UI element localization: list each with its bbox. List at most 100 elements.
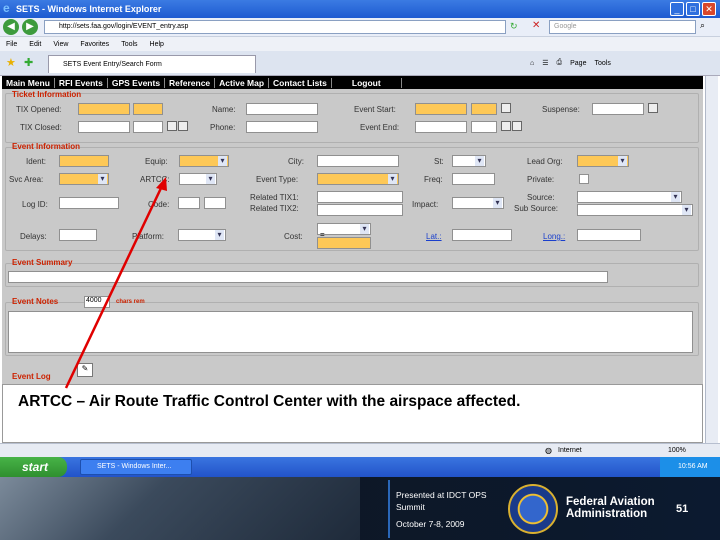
globe-icon: ◍ <box>545 446 552 455</box>
event-end-date-input[interactable] <box>415 121 467 133</box>
city-label: City: <box>288 157 304 166</box>
zoom-level[interactable]: 100% <box>668 447 686 454</box>
app-nav: Main Menu RFI Events GPS Events Referenc… <box>2 76 703 89</box>
long-link[interactable]: Long.: <box>543 232 565 241</box>
chars-rem-label: chars rem <box>116 299 145 305</box>
ticket-header: Ticket Information <box>12 90 82 99</box>
calendar-icon[interactable] <box>501 121 511 131</box>
add-favorite-icon[interactable]: ✚ <box>24 56 33 69</box>
summary-header: Event Summary <box>12 258 73 267</box>
menu-tools[interactable]: Tools <box>121 41 137 48</box>
url-input[interactable]: http://sets.faa.gov/login/EVENT_entry.as… <box>44 20 506 34</box>
code-input-2[interactable] <box>204 197 226 209</box>
clear-date-icon[interactable] <box>512 121 522 131</box>
nav-gps-events[interactable]: GPS Events <box>108 77 166 88</box>
menu-help[interactable]: Help <box>150 41 164 48</box>
home-icon[interactable]: ⌂ <box>530 60 534 67</box>
sub-source-select[interactable] <box>577 204 693 216</box>
taskbar-ie-task[interactable]: SETS - Windows Inter... <box>80 459 192 475</box>
related-tix1-input[interactable] <box>317 191 403 203</box>
tools-menu[interactable]: Tools <box>594 60 610 67</box>
event-start-time-input[interactable] <box>471 103 497 115</box>
event-type-label: Event Type: <box>256 175 299 184</box>
nav-rfi-events[interactable]: RFI Events <box>55 77 108 88</box>
menu-view[interactable]: View <box>53 41 68 48</box>
lead-org-select[interactable] <box>577 155 629 167</box>
log-id-input[interactable] <box>59 197 119 209</box>
related-tix2-input[interactable] <box>317 204 403 216</box>
page-menu[interactable]: Page <box>570 60 586 67</box>
ident-input[interactable] <box>59 155 109 167</box>
tix-closed-date-input[interactable] <box>78 121 130 133</box>
code-input-1[interactable] <box>178 197 200 209</box>
state-select[interactable] <box>452 155 486 167</box>
delays-input[interactable] <box>59 229 97 241</box>
ie-icon: e <box>3 1 10 15</box>
freq-input[interactable] <box>452 173 495 185</box>
notes-textarea[interactable] <box>8 311 693 353</box>
suspense-input[interactable] <box>592 103 644 115</box>
chars-remaining: 4000 <box>84 296 110 308</box>
name-input[interactable] <box>246 103 318 115</box>
search-input[interactable]: Google <box>549 20 696 34</box>
close-window-button[interactable]: ✕ <box>702 2 716 16</box>
nav-contact-lists[interactable]: Contact Lists <box>269 77 332 88</box>
favorites-star-icon[interactable]: ★ <box>6 56 16 69</box>
nav-reference[interactable]: Reference <box>165 77 216 88</box>
delays-label: Delays: <box>20 232 47 241</box>
summary-input[interactable] <box>8 271 608 283</box>
event-start-date-input[interactable] <box>415 103 467 115</box>
nav-logout[interactable]: Logout <box>332 77 402 88</box>
platform-label: Platform: <box>132 232 165 241</box>
calendar-icon[interactable] <box>501 103 511 113</box>
nav-active-map[interactable]: Active Map <box>215 77 270 88</box>
maximize-button[interactable]: □ <box>686 2 700 16</box>
long-input[interactable] <box>577 229 641 241</box>
page-scrollbar[interactable] <box>705 76 718 443</box>
stop-icon[interactable]: ✕ <box>532 20 540 31</box>
freq-label: Freq: <box>424 175 443 184</box>
menu-file[interactable]: File <box>6 41 17 48</box>
tix-opened-date-input[interactable] <box>78 103 130 115</box>
equip-select[interactable] <box>179 155 229 167</box>
nav-main-menu[interactable]: Main Menu <box>2 77 55 88</box>
clear-date-icon[interactable] <box>178 121 188 131</box>
start-button[interactable]: start <box>0 457 67 477</box>
menu-edit[interactable]: Edit <box>29 41 41 48</box>
tix-closed-time-input[interactable] <box>133 121 163 133</box>
menu-favorites[interactable]: Favorites <box>80 41 109 48</box>
back-button[interactable]: ◀ <box>3 19 19 35</box>
minimize-button[interactable]: _ <box>670 2 684 16</box>
lat-input[interactable] <box>452 229 512 241</box>
search-icon[interactable]: ⌕ <box>700 20 705 31</box>
cost-currency-select[interactable]: = <box>317 223 371 239</box>
event-end-time-input[interactable] <box>471 121 497 133</box>
calendar-icon[interactable] <box>167 121 177 131</box>
artcc-select[interactable] <box>179 173 217 185</box>
cost-input[interactable] <box>317 237 371 249</box>
equip-label: Equip: <box>145 157 168 166</box>
event-start-label: Event Start: <box>354 105 396 114</box>
zone-text: Internet <box>558 447 582 454</box>
platform-select[interactable] <box>178 229 226 241</box>
edit-log-icon[interactable]: ✎ <box>77 363 93 377</box>
print-icon[interactable]: ⎙ <box>557 59 563 67</box>
impact-select[interactable] <box>452 197 504 209</box>
forward-button[interactable]: ▶ <box>22 19 38 35</box>
event-type-select[interactable] <box>317 173 399 185</box>
svc-area-select[interactable] <box>59 173 109 185</box>
notes-header: Event Notes <box>12 297 59 306</box>
private-checkbox[interactable] <box>579 174 589 184</box>
sub-source-label: Sub Source: <box>514 204 559 213</box>
refresh-icon[interactable]: ↻ <box>510 21 518 32</box>
city-input[interactable] <box>317 155 399 167</box>
tab-sets-event-entry[interactable]: SETS Event Entry/Search Form <box>48 55 256 73</box>
tix-opened-time-input[interactable] <box>133 103 163 115</box>
source-select[interactable] <box>577 191 682 203</box>
address-bar: ◀ ▶ http://sets.faa.gov/login/EVENT_entr… <box>0 18 720 37</box>
faa-name: Federal Aviation Administration <box>566 496 655 520</box>
calendar-icon[interactable] <box>648 103 658 113</box>
feeds-icon[interactable]: ☰ <box>542 59 548 67</box>
lat-link[interactable]: Lat.: <box>426 232 442 241</box>
phone-input[interactable] <box>246 121 318 133</box>
